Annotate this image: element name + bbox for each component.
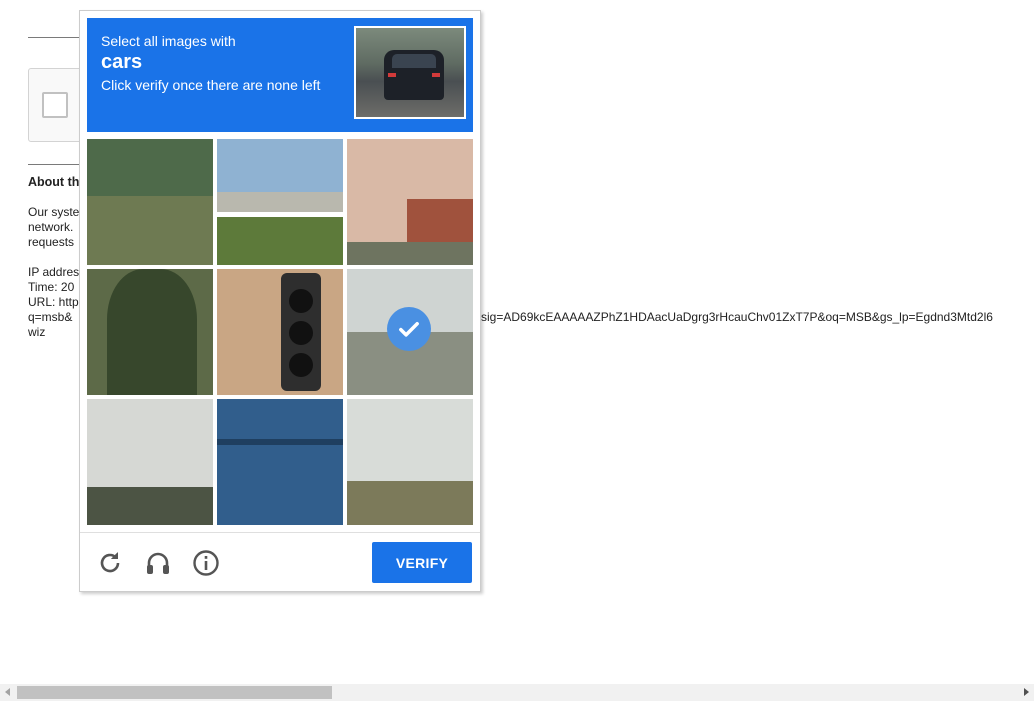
tile-7-hill[interactable]	[87, 399, 213, 525]
verify-button[interactable]: VERIFY	[372, 542, 472, 583]
tile-5-traffic-light[interactable]	[217, 269, 343, 395]
reload-icon[interactable]	[96, 549, 124, 577]
url-line: URL: http	[28, 295, 79, 309]
horizontal-scrollbar[interactable]	[0, 684, 1034, 701]
paragraph-line: requests	[28, 235, 75, 249]
car-window	[392, 54, 436, 68]
audio-icon[interactable]	[144, 549, 172, 577]
info-icon[interactable]	[192, 549, 220, 577]
selected-check-icon	[387, 307, 431, 351]
prompt-instruction: Click verify once there are none left	[101, 77, 321, 93]
tile-2-overpass[interactable]	[217, 139, 343, 265]
ip-address-line: IP addres	[28, 265, 80, 279]
tile-9-trees[interactable]	[347, 399, 473, 525]
challenge-header: Select all images with cars Click verify…	[87, 18, 473, 132]
scrollbar-thumb[interactable]	[17, 686, 332, 699]
tail-light	[388, 73, 396, 77]
scroll-left-icon[interactable]	[5, 688, 10, 696]
tile-8-blue-gate[interactable]	[217, 399, 343, 525]
url-line-end: wiz	[28, 325, 46, 339]
prompt-line: Select all images with	[101, 33, 236, 49]
scroll-right-icon[interactable]	[1024, 688, 1029, 696]
tile-1-grass-wall[interactable]	[87, 139, 213, 265]
about-title: About th	[28, 175, 80, 189]
time-line: Time: 20	[28, 280, 75, 294]
tile-4-palm-tree[interactable]	[87, 269, 213, 395]
footer-divider	[80, 532, 480, 533]
captcha-challenge-popup: Select all images with cars Click verify…	[79, 10, 481, 592]
sample-car-image	[354, 26, 466, 119]
about-paragraph: Our syste network. requests	[28, 205, 79, 250]
tile-6-road[interactable]	[347, 269, 473, 395]
url-query-tail: sig=AD69kcEAAAAAZPhZ1HDAacUaDgrg3rHcauCh…	[481, 310, 993, 324]
prompt-target: cars	[101, 51, 143, 73]
paragraph-line: Our syste	[28, 205, 80, 219]
tile-3-stairs[interactable]	[347, 139, 473, 265]
url-line-continued: q=msb&	[28, 310, 73, 324]
paragraph-line: network.	[28, 220, 74, 234]
request-info: IP addres Time: 20 URL: http q=msb& wiz	[28, 265, 79, 340]
image-grid	[87, 139, 473, 525]
tail-light	[432, 73, 440, 77]
recaptcha-checkbox[interactable]	[42, 92, 68, 118]
